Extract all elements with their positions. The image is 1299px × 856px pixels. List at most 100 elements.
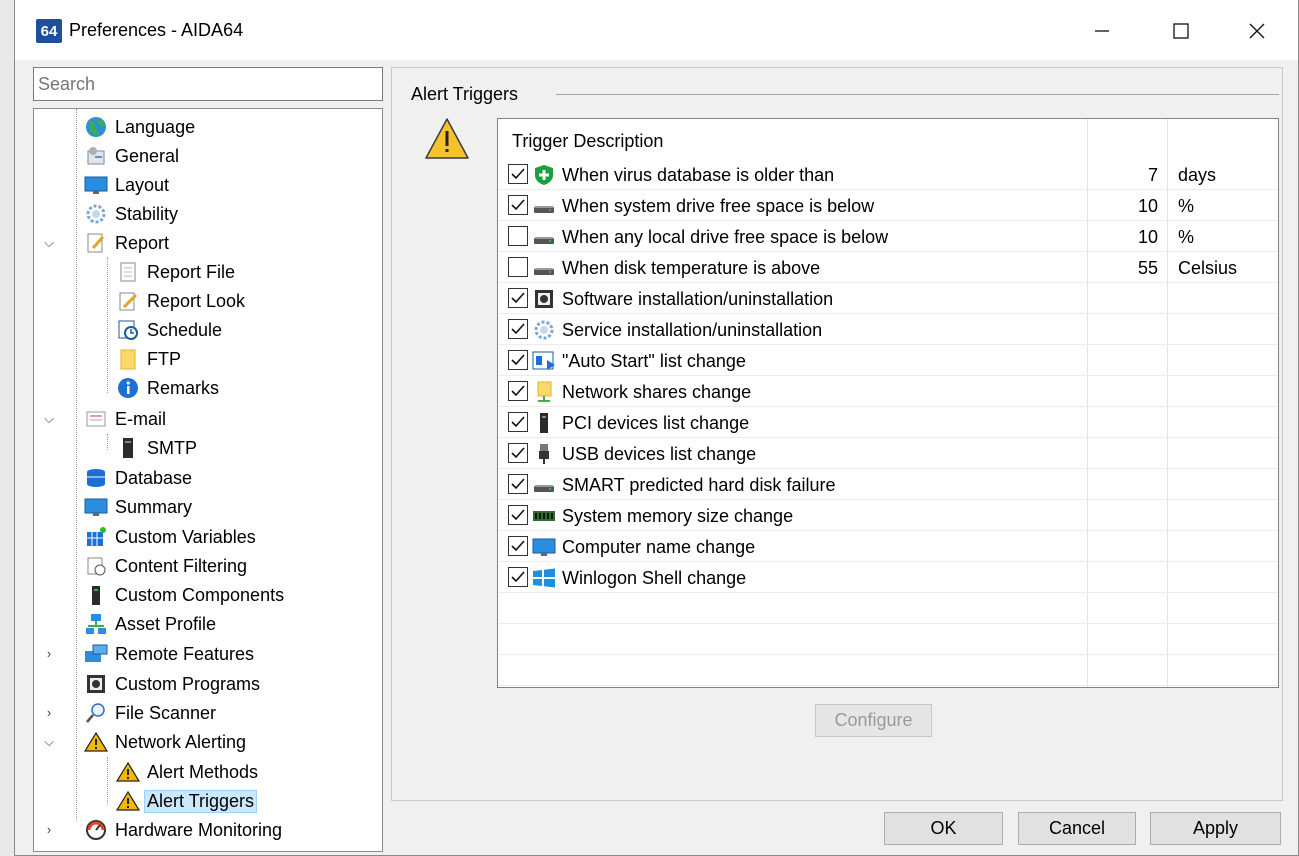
preferences-tree[interactable]: ⌵ ⌵ › › ⌵ › Language General Layout Stab… bbox=[33, 108, 383, 852]
trigger-checkbox[interactable] bbox=[508, 350, 528, 370]
trigger-description: When system drive free space is below bbox=[562, 196, 875, 216]
trigger-row[interactable]: PCI devices list change bbox=[498, 407, 1278, 438]
checkmark-icon bbox=[511, 571, 525, 583]
tree-item-remote-features[interactable]: Remote Features bbox=[84, 641, 257, 667]
tree-item-smtp[interactable]: SMTP bbox=[116, 435, 200, 461]
tree-item-summary[interactable]: Summary bbox=[84, 494, 195, 520]
trigger-value: 7 bbox=[1147, 165, 1158, 185]
checkmark-icon bbox=[511, 478, 525, 490]
remote-features-expand-toggle[interactable]: › bbox=[42, 646, 56, 661]
trigger-description: Service installation/uninstallation bbox=[562, 320, 823, 340]
trigger-checkbox[interactable] bbox=[508, 319, 528, 339]
tree-item-asset-profile[interactable]: Asset Profile bbox=[84, 611, 219, 637]
tree-item-report-file[interactable]: Report File bbox=[116, 259, 238, 285]
file-scanner-expand-toggle[interactable]: › bbox=[42, 705, 56, 720]
tree-item-stability[interactable]: Stability bbox=[84, 201, 181, 227]
hardware-monitoring-expand-toggle[interactable]: › bbox=[42, 822, 56, 837]
tree-item-custom-components[interactable]: Custom Components bbox=[84, 582, 287, 608]
trigger-checkbox[interactable] bbox=[508, 381, 528, 401]
trigger-row[interactable]: When virus database is older than 7 days bbox=[498, 159, 1278, 190]
trigger-description: Winlogon Shell change bbox=[562, 568, 747, 588]
trigger-checkbox[interactable] bbox=[508, 567, 528, 587]
usb-icon bbox=[532, 442, 556, 466]
tree-guide-line bbox=[76, 109, 77, 821]
maximize-icon bbox=[1173, 23, 1189, 39]
tree-item-custom-programs[interactable]: Custom Programs bbox=[84, 671, 263, 697]
tree-item-language[interactable]: Language bbox=[84, 114, 198, 140]
tree-item-general[interactable]: General bbox=[84, 143, 182, 169]
monitor-icon bbox=[532, 535, 556, 559]
trigger-row[interactable]: Winlogon Shell change bbox=[498, 562, 1278, 593]
network-icon bbox=[84, 612, 108, 636]
trigger-row[interactable]: Computer name change bbox=[498, 531, 1278, 562]
trigger-checkbox[interactable] bbox=[508, 257, 528, 277]
tree-item-layout[interactable]: Layout bbox=[84, 172, 172, 198]
tree-item-schedule[interactable]: Schedule bbox=[116, 317, 225, 343]
tree-item-alert-triggers[interactable]: Alert Triggers bbox=[116, 788, 258, 814]
trigger-row[interactable]: When disk temperature is above 55 Celsius bbox=[498, 252, 1278, 283]
trigger-row[interactable]: When system drive free space is below 10% bbox=[498, 190, 1278, 221]
ok-button[interactable]: OK bbox=[884, 812, 1003, 845]
close-button[interactable] bbox=[1234, 14, 1280, 48]
tree-item-email[interactable]: E-mail bbox=[84, 406, 169, 432]
search-input[interactable] bbox=[33, 67, 383, 101]
cancel-button[interactable]: Cancel bbox=[1018, 812, 1136, 845]
alert-triggers-list[interactable]: Trigger Description When virus database … bbox=[497, 118, 1279, 688]
email-expand-toggle[interactable]: ⌵ bbox=[42, 411, 56, 427]
tree-item-remarks[interactable]: Remarks bbox=[116, 375, 222, 401]
tree-item-ftp[interactable]: FTP bbox=[116, 346, 184, 372]
empty-row bbox=[498, 624, 1278, 655]
report-expand-toggle[interactable]: ⌵ bbox=[42, 235, 56, 251]
trigger-row[interactable]: Network shares change bbox=[498, 376, 1278, 407]
trigger-checkbox[interactable] bbox=[508, 226, 528, 246]
trigger-row[interactable]: Service installation/uninstallation bbox=[498, 314, 1278, 345]
memory-icon bbox=[532, 504, 556, 528]
maximize-button[interactable] bbox=[1158, 14, 1204, 48]
tower-icon bbox=[84, 583, 108, 607]
trigger-checkbox[interactable] bbox=[508, 195, 528, 215]
monitor-icon bbox=[84, 173, 108, 197]
checkmark-icon bbox=[511, 447, 525, 459]
configure-button[interactable]: Configure bbox=[815, 704, 932, 737]
tree-item-database[interactable]: Database bbox=[84, 465, 195, 491]
trigger-checkbox[interactable] bbox=[508, 412, 528, 432]
window-title: Preferences - AIDA64 bbox=[69, 20, 244, 40]
warning-icon bbox=[84, 730, 108, 754]
tree-item-hardware-monitoring[interactable]: Hardware Monitoring bbox=[84, 817, 285, 843]
tree-item-content-filtering[interactable]: Content Filtering bbox=[84, 553, 250, 579]
trigger-row[interactable]: "Auto Start" list change bbox=[498, 345, 1278, 376]
trigger-checkbox[interactable] bbox=[508, 474, 528, 494]
trigger-row[interactable]: SMART predicted hard disk failure bbox=[498, 469, 1278, 500]
checkmark-icon bbox=[511, 354, 525, 366]
filter-icon bbox=[84, 554, 108, 578]
tree-item-alert-methods[interactable]: Alert Methods bbox=[116, 759, 261, 785]
tree-item-network-alerting[interactable]: Network Alerting bbox=[84, 729, 249, 755]
trigger-row[interactable]: System memory size change bbox=[498, 500, 1278, 531]
network-alerting-expand-toggle[interactable]: ⌵ bbox=[42, 734, 56, 750]
tree-item-report-look[interactable]: Report Look bbox=[116, 288, 248, 314]
minimize-button[interactable] bbox=[1079, 14, 1125, 48]
trigger-row[interactable]: USB devices list change bbox=[498, 438, 1278, 469]
trigger-row[interactable]: When any local drive free space is below… bbox=[498, 221, 1278, 252]
tree-item-report[interactable]: Report bbox=[84, 230, 172, 256]
tree-item-file-scanner[interactable]: File Scanner bbox=[84, 700, 219, 726]
monitor-icon bbox=[84, 495, 108, 519]
column-header-trigger-description[interactable]: Trigger Description bbox=[512, 131, 663, 152]
trigger-checkbox[interactable] bbox=[508, 288, 528, 308]
trigger-description: SMART predicted hard disk failure bbox=[562, 475, 836, 495]
general-settings-icon bbox=[84, 144, 108, 168]
trigger-description: When disk temperature is above bbox=[562, 258, 821, 278]
trigger-description: Computer name change bbox=[562, 537, 756, 557]
empty-row bbox=[498, 655, 1278, 686]
trigger-checkbox[interactable] bbox=[508, 443, 528, 463]
trigger-checkbox[interactable] bbox=[508, 536, 528, 556]
tree-item-custom-variables[interactable]: Custom Variables bbox=[84, 524, 259, 550]
trigger-checkbox[interactable] bbox=[508, 505, 528, 525]
trigger-checkbox[interactable] bbox=[508, 164, 528, 184]
trigger-row[interactable]: Software installation/uninstallation bbox=[498, 283, 1278, 314]
apply-button[interactable]: Apply bbox=[1150, 812, 1281, 845]
trigger-description: System memory size change bbox=[562, 506, 794, 526]
warning-icon bbox=[116, 760, 140, 784]
gear-icon bbox=[532, 318, 556, 342]
remote-icon bbox=[84, 642, 108, 666]
